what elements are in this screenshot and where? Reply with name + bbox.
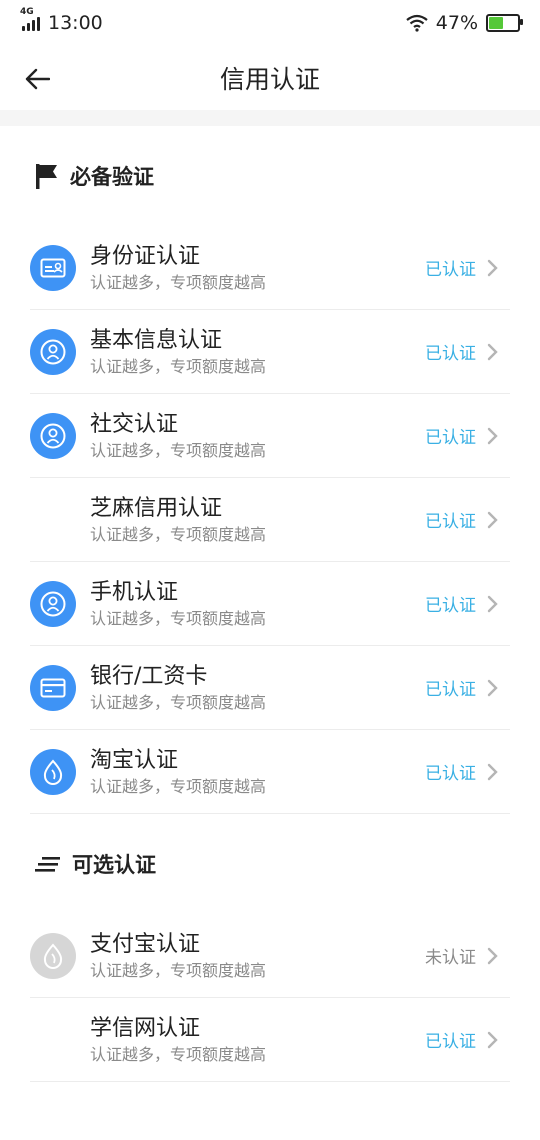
item-title: 银行/工资卡 <box>90 663 208 689</box>
wifi-icon <box>406 14 428 32</box>
signal-icon: 4G <box>20 7 40 31</box>
item-status: 未认证 <box>425 948 476 968</box>
list-item-taobao[interactable]: 淘宝认证 认证越多，专项额度越高 已认证 <box>30 730 510 814</box>
optional-list: 支付宝认证 认证越多，专项额度越高 未认证 学信网认证 认证越多，专项额度越高 … <box>30 914 510 1082</box>
placeholder-icon <box>30 1017 76 1063</box>
person-icon <box>30 412 76 459</box>
required-list: 身份证认证 认证越多，专项额度越高 已认证 基本信息认证 认证越多，专项额度越高… <box>30 226 510 814</box>
chevron-right-icon <box>484 594 500 614</box>
chevron-right-icon <box>484 1030 500 1050</box>
item-status: 已认证 <box>425 260 476 280</box>
divider-band <box>0 110 540 126</box>
section-title: 可选认证 <box>72 853 156 877</box>
chevron-right-icon <box>484 258 500 278</box>
item-title: 社交认证 <box>90 411 179 437</box>
item-status: 已认证 <box>425 680 476 700</box>
placeholder-icon <box>30 497 76 543</box>
list-item-basic-info[interactable]: 基本信息认证 认证越多，专项额度越高 已认证 <box>30 310 510 394</box>
battery-percent: 47% <box>435 12 478 34</box>
item-status: 已认证 <box>425 1032 476 1052</box>
item-status: 已认证 <box>425 428 476 448</box>
flag-icon <box>36 164 57 189</box>
item-subtitle: 认证越多，专项额度越高 <box>90 608 267 628</box>
item-subtitle: 认证越多，专项额度越高 <box>90 440 267 460</box>
list-lines-icon <box>35 857 60 872</box>
chevron-right-icon <box>484 426 500 446</box>
item-subtitle: 认证越多，专项额度越高 <box>90 356 267 376</box>
chevron-right-icon <box>484 678 500 698</box>
item-status: 已认证 <box>425 344 476 364</box>
person-icon <box>30 328 76 375</box>
network-type: 4G <box>20 7 34 17</box>
item-subtitle: 认证越多，专项额度越高 <box>90 272 267 292</box>
item-subtitle: 认证越多，专项额度越高 <box>90 776 267 796</box>
chevron-right-icon <box>484 342 500 362</box>
item-title: 身份证认证 <box>90 243 201 269</box>
chevron-right-icon <box>484 762 500 782</box>
item-subtitle: 认证越多，专项额度越高 <box>90 692 267 712</box>
item-status: 已认证 <box>425 512 476 532</box>
clock: 13:00 <box>48 12 103 34</box>
item-status: 已认证 <box>425 596 476 616</box>
list-item-phone[interactable]: 手机认证 认证越多，专项额度越高 已认证 <box>30 562 510 646</box>
id-card-icon <box>30 244 76 291</box>
item-subtitle: 认证越多，专项额度越高 <box>90 524 267 544</box>
nav-bar: 信用认证 <box>0 46 540 110</box>
status-right: 47% <box>406 12 523 34</box>
section-title: 必备验证 <box>70 165 154 189</box>
item-title: 基本信息认证 <box>90 327 223 353</box>
list-item-xuexin[interactable]: 学信网认证 认证越多，专项额度越高 已认证 <box>30 998 510 1082</box>
bank-card-icon <box>30 664 76 711</box>
item-title: 支付宝认证 <box>90 931 201 957</box>
item-subtitle: 认证越多，专项额度越高 <box>90 960 267 980</box>
back-arrow-icon <box>25 68 50 90</box>
page-title: 信用认证 <box>219 65 320 94</box>
list-item-alipay[interactable]: 支付宝认证 认证越多，专项额度越高 未认证 <box>30 914 510 998</box>
person-icon <box>30 580 76 627</box>
drop-icon <box>30 932 76 979</box>
status-left: 4G 13:00 <box>20 7 103 34</box>
list-item-social[interactable]: 社交认证 认证越多，专项额度越高 已认证 <box>30 394 510 478</box>
chevron-right-icon <box>484 510 500 530</box>
back-button[interactable] <box>16 58 58 100</box>
list-item-id-card[interactable]: 身份证认证 认证越多，专项额度越高 已认证 <box>30 226 510 310</box>
list-item-zhima[interactable]: 芝麻信用认证 认证越多，专项额度越高 已认证 <box>30 478 510 562</box>
item-title: 手机认证 <box>90 579 179 605</box>
battery-icon <box>486 14 523 32</box>
item-title: 芝麻信用认证 <box>90 495 223 521</box>
chevron-right-icon <box>484 946 500 966</box>
item-subtitle: 认证越多，专项额度越高 <box>90 1044 267 1064</box>
list-item-bank-card[interactable]: 银行/工资卡 认证越多，专项额度越高 已认证 <box>30 646 510 730</box>
item-status: 已认证 <box>425 764 476 784</box>
drop-icon <box>30 748 76 795</box>
item-title: 学信网认证 <box>90 1015 201 1041</box>
status-bar: 4G 13:00 47% <box>0 0 540 46</box>
item-title: 淘宝认证 <box>90 747 179 773</box>
section-header-optional: 可选认证 <box>0 814 540 914</box>
section-header-required: 必备验证 <box>0 126 540 226</box>
